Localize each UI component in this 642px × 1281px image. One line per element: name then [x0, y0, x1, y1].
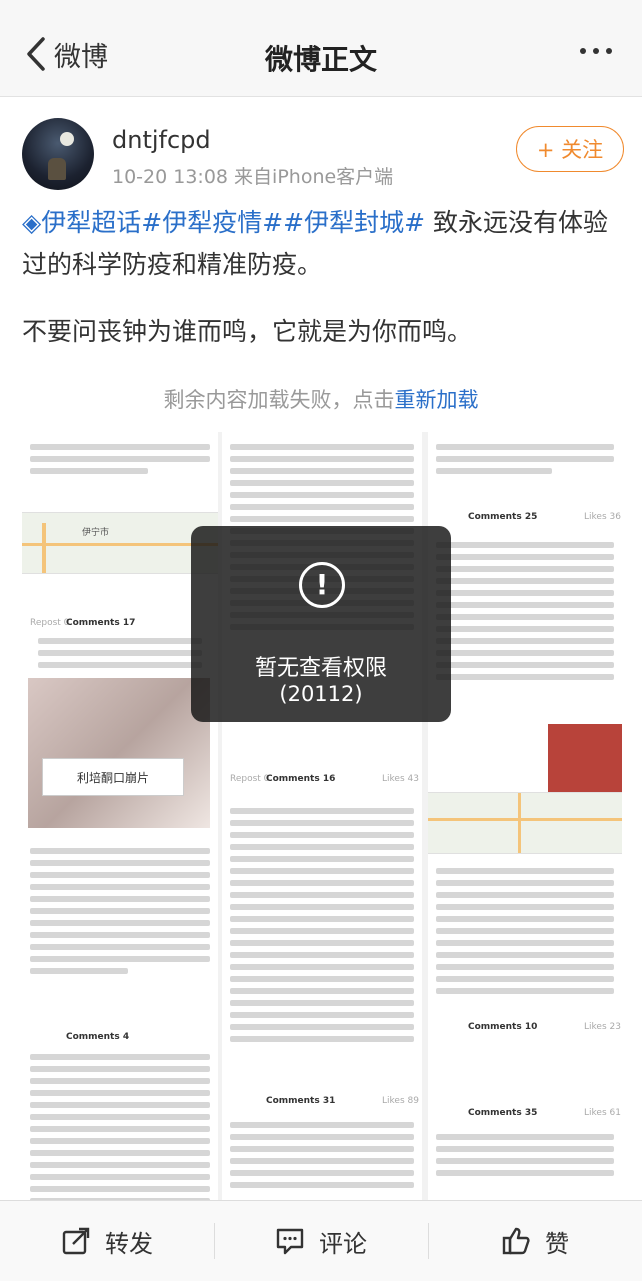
- col2-repost: Repost 0: [230, 774, 270, 784]
- page-title: 微博正文: [264, 43, 377, 76]
- col2-likes: Likes 43: [382, 774, 419, 784]
- toast-code: (20112): [279, 682, 363, 706]
- bottom-action-bar: 转发 评论 赞: [0, 1200, 642, 1281]
- permission-toast: ! 暂无查看权限 (20112): [191, 526, 451, 722]
- box-label: 利培酮口崩片: [42, 758, 184, 796]
- thumbs-up-icon: [502, 1227, 530, 1255]
- comment-icon: [276, 1228, 304, 1255]
- follow-button[interactable]: + 关注: [516, 126, 624, 172]
- username[interactable]: dntjfcpd: [112, 126, 211, 154]
- comment-button[interactable]: 评论: [214, 1201, 428, 1281]
- topic-link-yili-lockdown[interactable]: #伊犁封城#: [283, 208, 425, 237]
- reload-prefix: 剩余内容加载失败，点击: [163, 388, 395, 412]
- post-text-b: 不要问丧钟为谁而鸣，它就是为你而鸣。: [22, 317, 473, 346]
- repost-icon: [62, 1227, 90, 1255]
- col3-comments: Comments 25: [468, 512, 538, 522]
- col3-comments-2: Comments 10: [468, 1022, 538, 1032]
- col1-comments-2: Comments 4: [66, 1032, 130, 1042]
- toast-message: 暂无查看权限: [254, 656, 387, 681]
- navigation-bar: 微博 微博正文: [0, 0, 642, 97]
- col1-repost: Repost 0: [30, 618, 70, 628]
- col3-likes-2: Likes 23: [584, 1022, 621, 1032]
- like-button[interactable]: 赞: [428, 1201, 642, 1281]
- reload-notice: 剩余内容加载失败，点击重新加载: [0, 384, 642, 414]
- collage-panel-left: 伊宁市 Repost 0 Comments 17 利培酮口崩片 Comments…: [22, 432, 218, 1204]
- more-dots-icon[interactable]: [580, 48, 612, 54]
- photo-medicine-box: 利培酮口崩片: [28, 678, 210, 828]
- post-meta: 10-20 13:08 来自iPhone客户端: [112, 166, 394, 188]
- map-thumbnail-2: [428, 792, 622, 854]
- map-label: 伊宁市: [82, 528, 110, 538]
- col3-likes: Likes 36: [584, 512, 621, 522]
- col2-comments-2: Comments 31: [266, 1096, 336, 1106]
- avatar[interactable]: [22, 118, 94, 190]
- author-header: dntjfcpd 10-20 13:08 来自iPhone客户端 + 关注: [22, 118, 624, 198]
- map-thumbnail: 伊宁市: [22, 512, 218, 574]
- repost-label: 转发: [105, 1229, 153, 1258]
- repost-button[interactable]: 转发: [0, 1201, 214, 1281]
- col1-comments: Comments 17: [66, 618, 136, 628]
- like-label: 赞: [545, 1229, 569, 1258]
- warning-icon: !: [299, 562, 345, 608]
- post-text: ◈伊犁超话#伊犁疫情##伊犁封城# 致永远没有体验过的科学防疫和精准防疫。: [22, 202, 622, 286]
- reload-link[interactable]: 重新加载: [395, 388, 479, 412]
- col2-likes-2: Likes 89: [382, 1096, 419, 1106]
- col2-comments: Comments 16: [266, 774, 336, 784]
- comment-label: 评论: [319, 1229, 367, 1258]
- topic-link-yili-chaohua[interactable]: ◈伊犁超话: [22, 208, 141, 237]
- col3-comments-3: Comments 35: [468, 1108, 538, 1118]
- topic-link-yili-epidemic[interactable]: #伊犁疫情#: [141, 208, 283, 237]
- col3-likes-3: Likes 61: [584, 1108, 621, 1118]
- collage-panel-right: Comments 25 Likes 36 Comments 10 Likes 2…: [428, 432, 622, 1204]
